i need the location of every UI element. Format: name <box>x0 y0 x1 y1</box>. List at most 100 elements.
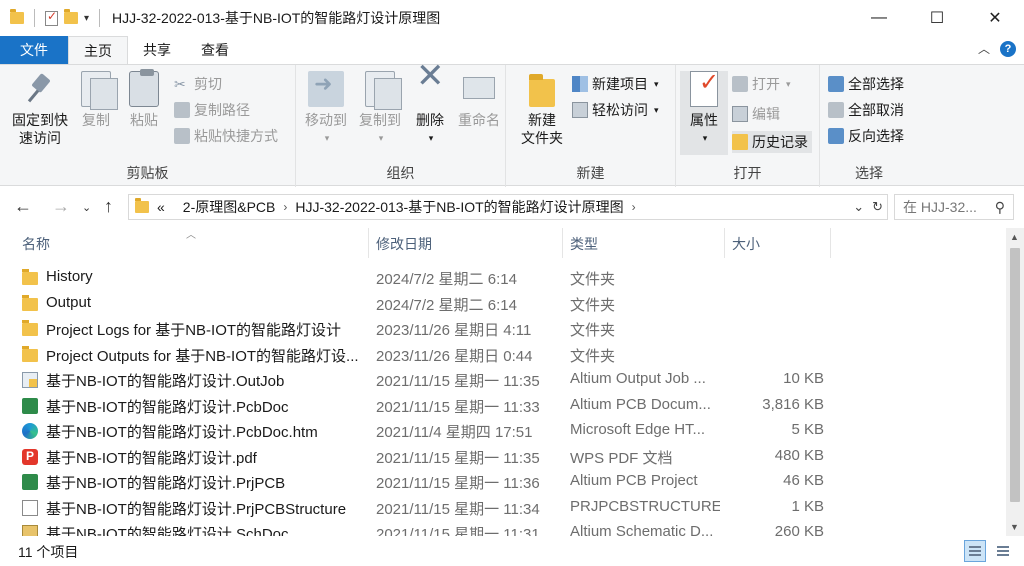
history-button[interactable]: 历史记录 <box>732 131 812 153</box>
scroll-up-icon[interactable]: ▲ <box>1010 232 1019 242</box>
select-none-button[interactable]: 全部取消 <box>828 99 904 121</box>
cut-button[interactable]: ✂ 剪切 <box>174 73 222 95</box>
file-row[interactable]: 基于NB-IOT的智能路灯设计.SchDoc 2021/11/15 星期一 11… <box>0 520 1006 536</box>
vertical-scrollbar[interactable]: ▲ ▼ <box>1006 228 1024 536</box>
copy-button[interactable]: 复制 <box>74 71 118 129</box>
close-button[interactable]: ✕ <box>966 0 1024 36</box>
tab-file[interactable]: 文件 <box>0 36 68 64</box>
open-label: 打开 <box>752 76 780 92</box>
scroll-down-icon[interactable]: ▼ <box>1010 522 1019 532</box>
tab-share[interactable]: 共享 <box>128 36 186 64</box>
recent-locations-icon[interactable]: ⌄ <box>82 201 91 214</box>
pin-quick-access-button[interactable]: 固定到快 速访问 <box>8 71 72 147</box>
column-size[interactable]: 大小 <box>732 234 760 254</box>
help-icon[interactable]: ? <box>1000 40 1016 57</box>
file-row[interactable]: 基于NB-IOT的智能路灯设计.PcbDoc.htm 2021/11/4 星期四… <box>0 418 1006 444</box>
edit-button[interactable]: 编辑 <box>732 103 780 125</box>
column-name[interactable]: 名称 <box>22 234 50 254</box>
collapse-ribbon-icon[interactable]: ︿ <box>978 40 990 57</box>
invert-selection-label: 反向选择 <box>848 128 904 144</box>
file-row[interactable]: Output 2024/7/2 星期二 6:14 文件夹 <box>0 291 1006 317</box>
file-date: 2023/11/26 星期日 4:11 <box>376 322 532 339</box>
new-item-button[interactable]: 新建项目 ▾ <box>572 73 659 95</box>
edit-label: 编辑 <box>752 106 780 122</box>
file-date: 2021/11/15 星期一 11:31 <box>376 526 540 536</box>
search-placeholder: 在 HJJ-32... <box>903 199 977 215</box>
file-row[interactable]: 基于NB-IOT的智能路灯设计.PrjPCBStructure 2021/11/… <box>0 495 1006 521</box>
chevron-right-icon[interactable]: › <box>632 200 636 214</box>
new-group-label: 新建 <box>576 165 605 181</box>
invert-selection-button[interactable]: 反向选择 <box>828 125 904 147</box>
file-row[interactable]: 基于NB-IOT的智能路灯设计.pdf 2021/11/15 星期一 11:35… <box>0 444 1006 470</box>
search-input[interactable]: 在 HJJ-32... ⚲ <box>894 194 1014 220</box>
breadcrumb-overflow[interactable]: « <box>157 199 165 215</box>
file-date: 2023/11/26 星期日 0:44 <box>376 347 533 365</box>
pin-label-line2: 速访问 <box>19 130 61 146</box>
sort-indicator-icon: ︿ <box>186 230 196 241</box>
refresh-icon[interactable]: ↻ <box>872 199 883 215</box>
select-none-label: 全部取消 <box>848 102 904 118</box>
copy-icon <box>81 71 118 110</box>
back-arrow-icon[interactable]: ← <box>14 196 32 217</box>
properties-button[interactable]: 属性 ▾ <box>680 71 728 155</box>
properties-icon[interactable] <box>45 9 58 26</box>
easy-access-button[interactable]: 轻松访问 ▾ <box>572 99 659 121</box>
forward-arrow-icon[interactable]: → <box>52 196 70 217</box>
delete-button[interactable]: 删除 ▾ <box>410 67 450 147</box>
column-divider[interactable] <box>368 228 369 258</box>
new-folder-button[interactable]: 新建 文件夹 <box>514 71 570 147</box>
move-to-button[interactable]: 移动到 ▾ <box>300 71 352 147</box>
column-divider[interactable] <box>562 228 563 258</box>
toolbar-divider <box>99 9 101 27</box>
open-button[interactable]: 打开 ▾ <box>732 73 791 95</box>
pcb-file-icon <box>22 397 38 414</box>
customize-quick-access-icon[interactable]: ▾ <box>84 13 89 24</box>
column-divider[interactable] <box>830 228 831 258</box>
file-row[interactable]: 基于NB-IOT的智能路灯设计.PrjPCB 2021/11/15 星期一 11… <box>0 469 1006 495</box>
file-name: 基于NB-IOT的智能路灯设计.PrjPCB <box>46 475 286 492</box>
new-folder-icon[interactable] <box>64 9 78 24</box>
select-all-button[interactable]: 全部选择 <box>828 73 904 95</box>
quick-access-toolbar: ▾ <box>0 0 104 36</box>
column-divider[interactable] <box>724 228 725 258</box>
new-folder-label-line1: 新建 <box>528 112 556 128</box>
file-row[interactable]: History 2024/7/2 星期二 6:14 文件夹 <box>0 265 1006 291</box>
open-group-label: 打开 <box>733 165 762 181</box>
breadcrumb-item[interactable]: 2-原理图&PCB <box>183 197 276 217</box>
address-dropdown-icon[interactable]: ⌄ <box>853 199 864 215</box>
column-type[interactable]: 类型 <box>570 234 598 254</box>
chevron-down-icon: ▾ <box>428 133 434 143</box>
tab-view[interactable]: 查看 <box>186 36 244 64</box>
file-row[interactable]: 基于NB-IOT的智能路灯设计.OutJob 2021/11/15 星期一 11… <box>0 367 1006 393</box>
file-row[interactable]: 基于NB-IOT的智能路灯设计.PcbDoc 2021/11/15 星期一 11… <box>0 393 1006 419</box>
minimize-button[interactable]: — <box>850 0 908 36</box>
copy-to-button[interactable]: 复制到 ▾ <box>354 71 406 147</box>
maximize-button[interactable]: ☐ <box>908 0 966 36</box>
address-bar[interactable]: « 2-原理图&PCB › HJJ-32-2022-013-基于NB-IOT的智… <box>128 194 888 220</box>
folder-icon[interactable] <box>10 9 24 24</box>
file-row[interactable]: Project Logs for 基于NB-IOT的智能路灯设计 2023/11… <box>0 316 1006 342</box>
paste-shortcut-button[interactable]: 粘贴快捷方式 <box>174 125 278 147</box>
paste-label: 粘贴 <box>130 112 158 128</box>
up-arrow-icon[interactable]: ↑ <box>104 196 113 217</box>
paste-button[interactable]: 粘贴 <box>122 69 166 129</box>
column-date[interactable]: 修改日期 <box>376 234 432 254</box>
pin-icon <box>22 71 58 107</box>
folder-icon <box>22 345 38 362</box>
file-type: Altium PCB Project <box>570 472 698 489</box>
file-date: 2024/7/2 星期二 6:14 <box>376 296 517 314</box>
breadcrumb-item[interactable]: HJJ-32-2022-013-基于NB-IOT的智能路灯设计原理图 <box>295 197 623 217</box>
file-type: 文件夹 <box>570 296 616 314</box>
chevron-right-icon[interactable]: › <box>283 200 287 214</box>
file-row[interactable]: Project Outputs for 基于NB-IOT的智能路灯设... 20… <box>0 342 1006 368</box>
large-icons-view-icon[interactable] <box>992 540 1014 562</box>
tab-home[interactable]: 主页 <box>68 36 128 64</box>
details-view-icon[interactable] <box>964 540 986 562</box>
copy-path-button[interactable]: 复制路径 <box>174 99 250 121</box>
folder-icon <box>22 294 38 311</box>
pdf-file-icon <box>22 448 38 465</box>
search-icon[interactable]: ⚲ <box>995 199 1005 216</box>
rename-button[interactable]: 重命名 <box>454 71 504 129</box>
schematic-file-icon <box>22 525 38 536</box>
scrollbar-thumb[interactable] <box>1010 248 1020 502</box>
